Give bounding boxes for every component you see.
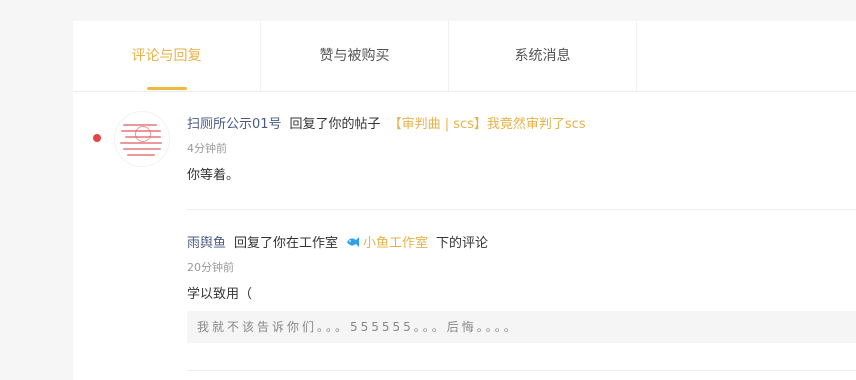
divider [187,209,856,210]
username-link[interactable]: 雨舆鱼 [187,236,226,251]
unread-dot [93,134,101,142]
tab-system-messages[interactable]: 系统消息 [449,21,637,91]
username-link[interactable]: 扫厕所公示01号 [187,117,282,132]
action-suffix-text: 下的评论 [436,236,489,251]
action-text: 回复了你的帖子 [289,117,381,132]
divider [187,370,856,371]
message-header: 雨舆鱼 回复了你在工作室 小鱼工作室 下的评论 [187,232,488,251]
studio-link[interactable]: 小鱼工作室 [363,236,428,251]
messages-panel: 评论与回复 赞与被购买 系统消息 扫厕所公示01号 回复了你的帖子 【审判曲 | s… [73,21,856,380]
post-title-link[interactable]: 【审判曲 | scs】我竟然审判了scs [389,117,586,132]
comment-content: 学以致用（ [187,287,253,302]
message-header: 扫厕所公示01号 回复了你的帖子 【审判曲 | scs】我竟然审判了scs [187,113,586,132]
tab-comments-replies[interactable]: 评论与回复 [73,21,261,91]
comment-content: 你等着。 [187,168,240,183]
user-avatar[interactable] [114,111,170,167]
fish-icon [347,237,360,247]
avatar-image-icon [135,126,151,142]
active-tab-indicator [147,87,187,90]
quoted-comment: 我就不该告诉你们。。。555555。。。后悔。。。。 [187,311,856,343]
timestamp: 4分钟前 [187,142,227,155]
tab-bar: 评论与回复 赞与被购买 系统消息 [73,21,856,92]
action-text: 回复了你在工作室 [234,236,339,251]
timestamp: 20分钟前 [187,261,234,274]
tab-likes-purchases[interactable]: 赞与被购买 [261,21,449,91]
